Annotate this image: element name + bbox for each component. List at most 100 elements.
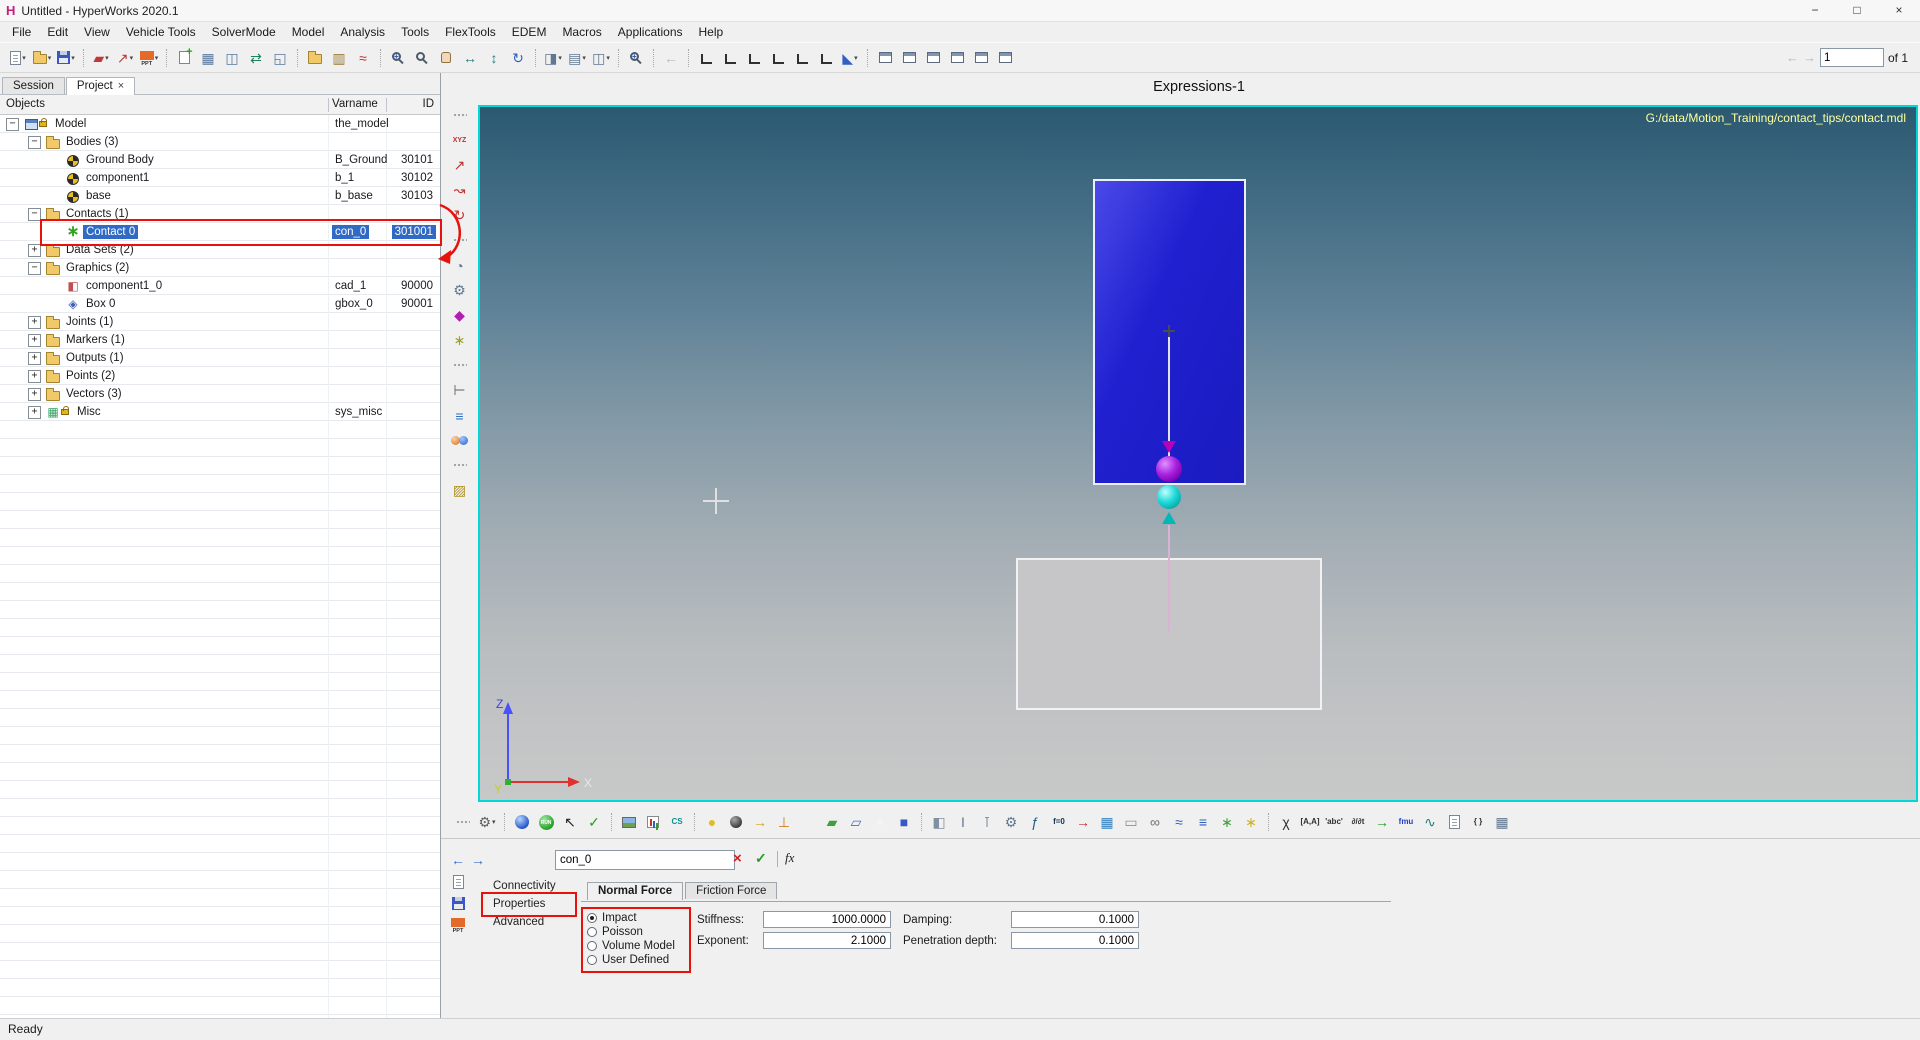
expander-icon[interactable]: + [28, 243, 41, 257]
copy-icon[interactable]: ◨ ▾ [542, 46, 564, 70]
close-button[interactable]: × [1878, 0, 1920, 21]
tile-horizontal-icon[interactable] [922, 46, 944, 70]
expander-icon[interactable]: + [28, 315, 41, 329]
capsule-icon[interactable]: ▭ [1120, 810, 1142, 834]
tree-row-misc[interactable]: + ▦ Misc sys_misc [0, 403, 440, 421]
free-rotate-icon[interactable]: ↻ [507, 46, 529, 70]
legend-bars-icon[interactable]: ≡ [441, 403, 478, 428]
tree-row-markers-1[interactable]: + Markers (1) [0, 331, 440, 349]
close-tab-icon[interactable]: × [118, 80, 124, 92]
body-entity-icon[interactable] [725, 810, 747, 834]
marker-tool-icon[interactable]: ◆ [441, 303, 478, 328]
minimize-button[interactable]: − [1794, 0, 1836, 21]
screen-zoom-icon[interactable] [625, 46, 647, 70]
fit-vertical-icon[interactable]: ↕ [483, 46, 505, 70]
zoom-window-icon[interactable] [411, 46, 433, 70]
tree-row-box-0[interactable]: ◈ Box 0 gbox_0 90001 [0, 295, 440, 313]
menu-tools[interactable]: Tools [393, 24, 437, 40]
tab-advanced[interactable]: Advanced [489, 913, 560, 931]
menu-analysis[interactable]: Analysis [332, 24, 393, 40]
derivative-icon[interactable]: ∂/∂t [1347, 810, 1369, 834]
view-right-icon[interactable] [767, 46, 789, 70]
pin-joint-icon[interactable]: ⊺ [976, 810, 998, 834]
assign-icon[interactable]: → [1371, 810, 1393, 834]
beam-icon[interactable]: I [952, 810, 974, 834]
fmu-icon[interactable]: fmu [1395, 810, 1417, 834]
paint-tool-icon[interactable]: ▨ [441, 478, 478, 503]
string-icon[interactable]: 'abc' [1323, 810, 1345, 834]
graphics-viewport[interactable]: G:/data/Motion_Training/contact_tips/con… [478, 105, 1918, 802]
iso-view-icon[interactable]: ◣ ▾ [839, 46, 861, 70]
sphere-display-icon[interactable] [511, 810, 533, 834]
rotate-tool-icon[interactable]: ↻ [441, 203, 478, 228]
view-front-icon[interactable] [791, 46, 813, 70]
penetration-depth-input[interactable] [1011, 932, 1139, 949]
tab-friction-force[interactable]: Friction Force [685, 882, 778, 899]
prev-page-icon[interactable]: ← [1786, 50, 1799, 65]
menu-macros[interactable]: Macros [554, 24, 609, 40]
menu-solvermode[interactable]: SolverMode [204, 24, 284, 40]
expression-builder-button[interactable]: fx [785, 850, 794, 866]
radio-volume-model[interactable]: Volume Model [587, 939, 675, 952]
contact-sphere-lower[interactable] [1157, 485, 1181, 509]
tree-row-graphics-2[interactable]: − Graphics (2) [0, 259, 440, 277]
ppt-export-icon[interactable]: ▾ [138, 46, 160, 70]
tab-project[interactable]: Project × [65, 77, 136, 95]
expander-icon[interactable]: − [28, 207, 41, 221]
bushing-icon[interactable]: ≈ [1168, 810, 1190, 834]
flexbody-icon[interactable]: ∗ [1240, 810, 1262, 834]
contact-pair-icon[interactable]: ∞ [1144, 810, 1166, 834]
tab-session[interactable]: Session [2, 77, 65, 94]
zoom-in-icon[interactable] [387, 46, 409, 70]
expander-icon[interactable]: + [28, 405, 41, 419]
swap-windows-icon[interactable]: ⇄ [245, 46, 267, 70]
template-icon[interactable] [1443, 810, 1465, 834]
pan-icon[interactable] [435, 46, 457, 70]
radio-impact[interactable]: Impact [587, 911, 637, 924]
translate-tool-icon[interactable]: ↗ [441, 153, 478, 178]
view-rear-icon[interactable] [815, 46, 837, 70]
signal-icon[interactable]: ∿ [1419, 810, 1441, 834]
spreadsheet-icon[interactable]: ▦ [1491, 810, 1513, 834]
rigid-group-icon[interactable]: ◧ [928, 810, 950, 834]
menu-view[interactable]: View [76, 24, 118, 40]
run-solver-icon[interactable] [535, 810, 557, 834]
organize-sessions-icon[interactable] [304, 46, 326, 70]
cross-entity-icon[interactable]: + [869, 810, 891, 834]
tree-row-contact-0[interactable]: ∗ Contact 0 con_0 301001 [0, 223, 440, 241]
mechanism-icon[interactable]: ⚙ [441, 278, 478, 303]
plot-window-icon[interactable] [642, 810, 664, 834]
contact-spheres-icon[interactable] [441, 428, 478, 453]
tree-row-model[interactable]: − Model the_model [0, 115, 440, 133]
tree-row-contacts-1[interactable]: − Contacts (1) [0, 205, 440, 223]
tile-vertical-icon[interactable] [946, 46, 968, 70]
snap-tool-icon[interactable]: ∗ [441, 328, 478, 353]
exponent-input[interactable] [763, 932, 891, 949]
expander-icon[interactable]: + [28, 351, 41, 365]
page-layout-icon[interactable]: ▦ [197, 46, 219, 70]
trace-tool-icon[interactable]: ↝ [441, 178, 478, 203]
menu-applications[interactable]: Applications [610, 24, 691, 40]
point-entity-icon[interactable]: ● [701, 810, 723, 834]
panel-back-icon[interactable]: ← [449, 851, 467, 869]
tree-row-bodies-3[interactable]: − Bodies (3) [0, 133, 440, 151]
table-icon[interactable]: ▦ [1096, 810, 1118, 834]
damping-input[interactable] [1011, 911, 1139, 928]
session-report-icon[interactable]: ▥ [328, 46, 350, 70]
cancel-button[interactable]: × [733, 850, 742, 867]
vector-entity-icon[interactable]: → [749, 810, 771, 834]
panel-forward-icon[interactable]: → [469, 851, 487, 869]
view-top-icon[interactable] [695, 46, 717, 70]
plane-entity-icon[interactable]: ▱ [845, 810, 867, 834]
solid-entity-icon[interactable]: ■ [893, 810, 915, 834]
expand-window-icon[interactable]: ◱ [269, 46, 291, 70]
menu-flextools[interactable]: FlexTools [437, 24, 504, 40]
xyz-triad-icon[interactable]: XYZ [441, 128, 478, 153]
tree-row-joints-1[interactable]: + Joints (1) [0, 313, 440, 331]
expander-icon[interactable]: + [28, 387, 41, 401]
output-request-icon[interactable]: → [1072, 810, 1094, 834]
tree-row-ground-body[interactable]: Ground Body B_Ground 30101 [0, 151, 440, 169]
ruler-icon[interactable]: ⊢ [441, 378, 478, 403]
contact-sphere-upper[interactable] [1156, 456, 1182, 482]
measure-tool-icon[interactable]: ↗ ▾ [114, 46, 136, 70]
